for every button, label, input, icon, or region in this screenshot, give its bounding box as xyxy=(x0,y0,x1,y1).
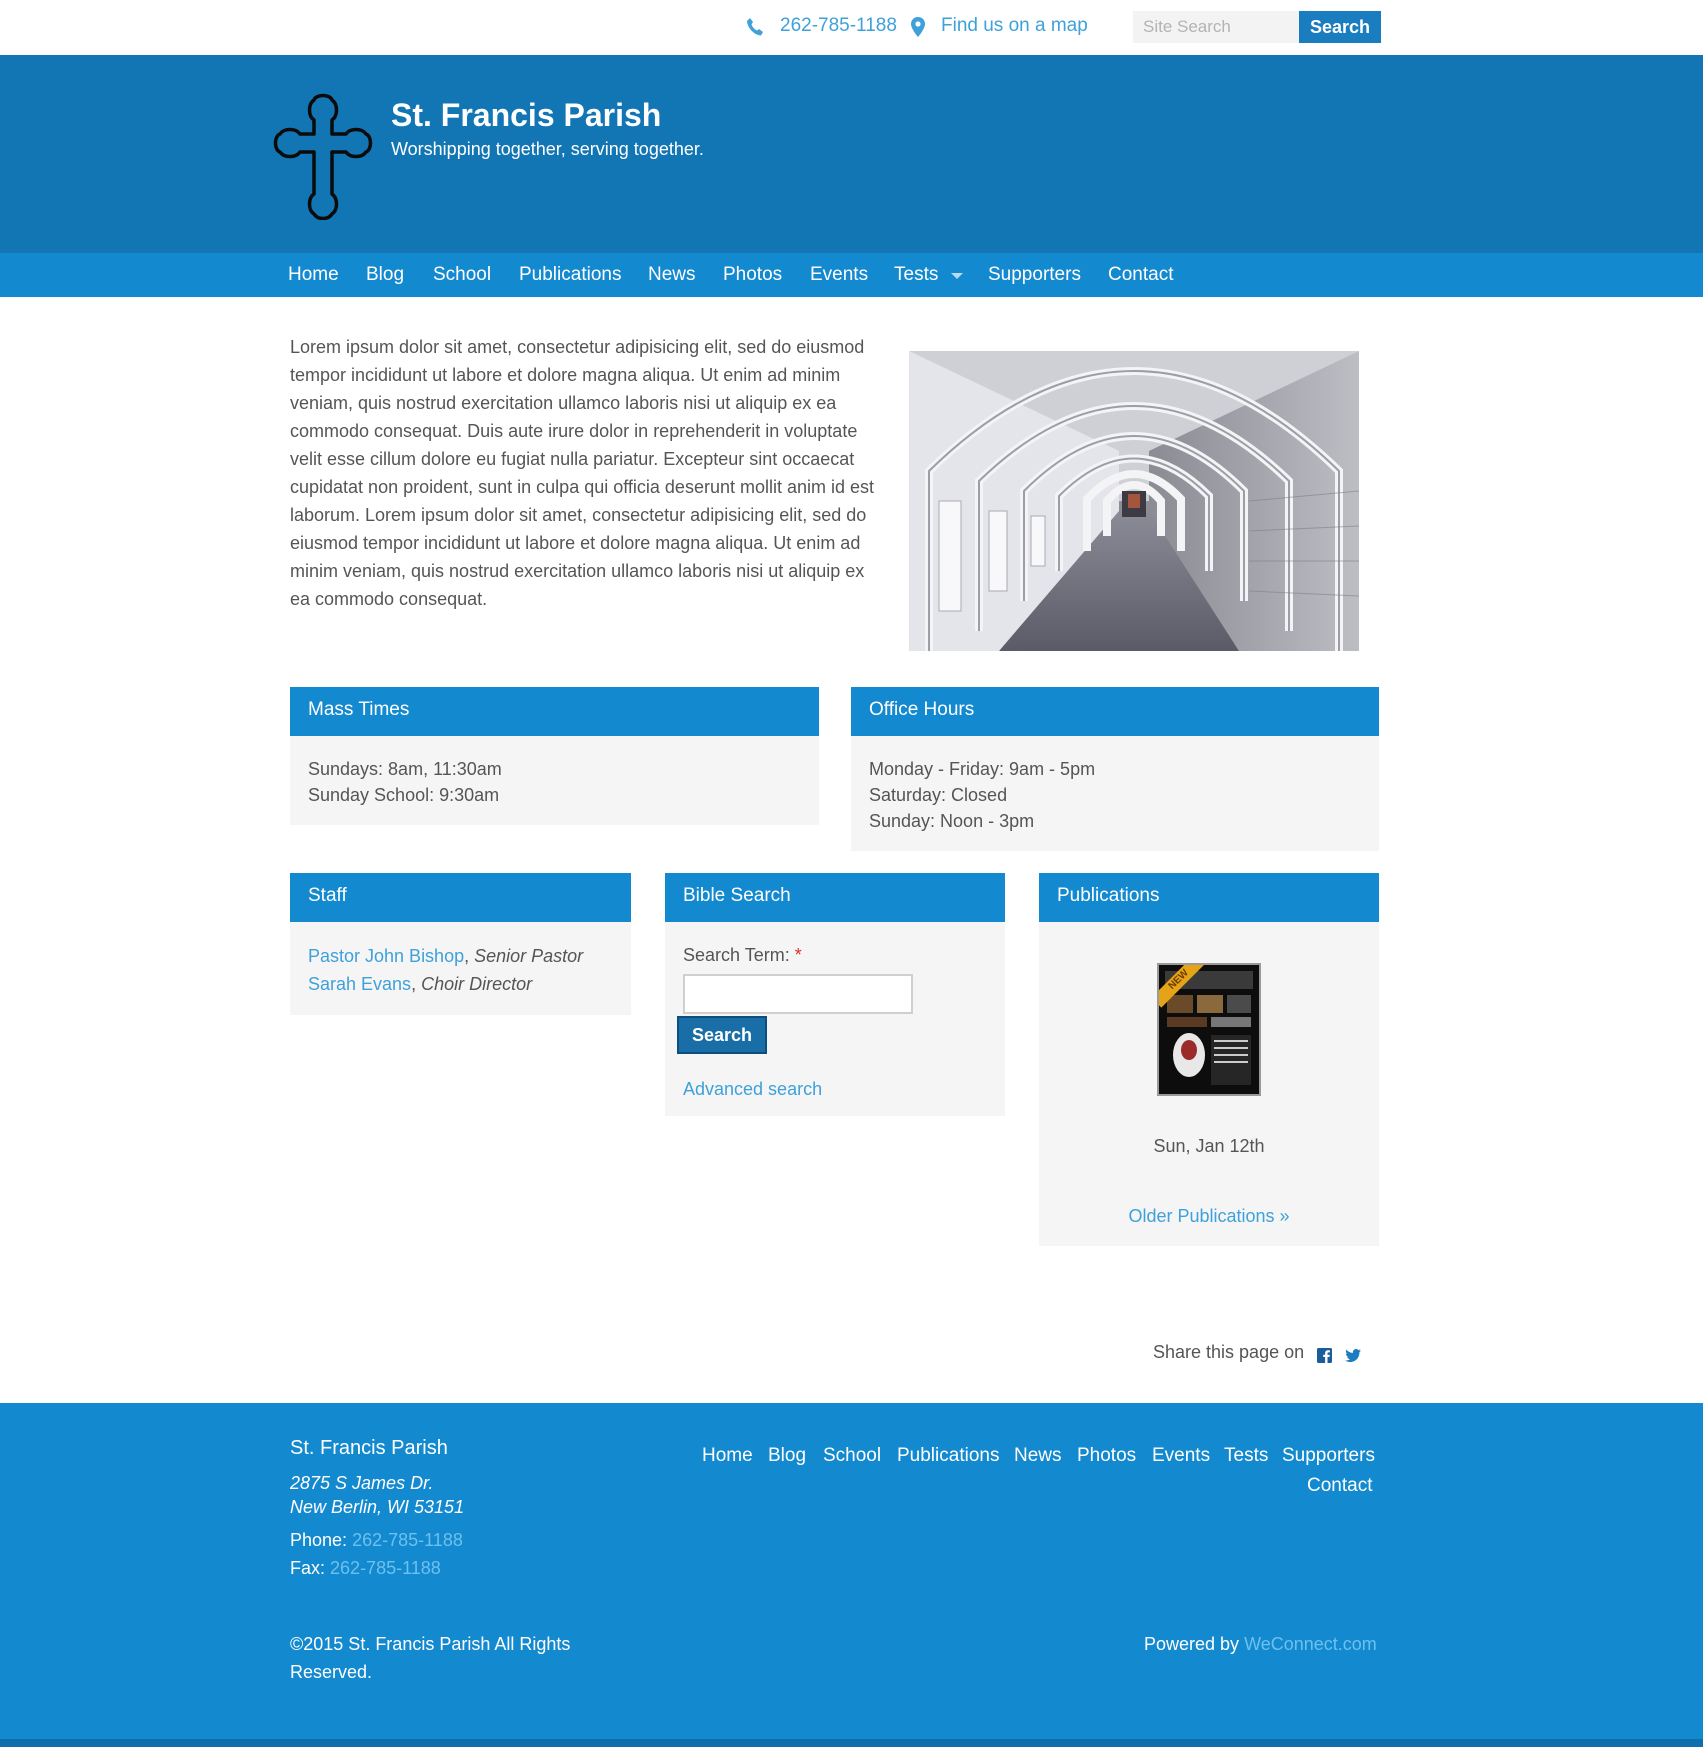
publication-thumbnail[interactable]: NEW xyxy=(1157,963,1261,1096)
cross-icon[interactable] xyxy=(270,90,376,220)
publications-panel: Publications NEW Sun, Jan 12th Older Pub… xyxy=(1039,873,1379,1246)
footer-nav-blog[interactable]: Blog xyxy=(768,1445,806,1467)
footer-nav-home[interactable]: Home xyxy=(702,1445,753,1467)
nav-school[interactable]: School xyxy=(433,264,491,286)
nav-supporters[interactable]: Supporters xyxy=(988,264,1081,286)
phone-icon xyxy=(747,18,763,36)
office-hours-line: Saturday: Closed xyxy=(869,785,1008,805)
nav-tests[interactable]: Tests xyxy=(894,264,938,286)
footer-nav-events[interactable]: Events xyxy=(1152,1445,1210,1467)
staff-role: Senior Pastor xyxy=(474,946,584,966)
footer-bottom-bar xyxy=(0,1739,1703,1747)
required-mark: * xyxy=(794,945,802,965)
footer-address-line: 2875 S James Dr. xyxy=(290,1473,434,1493)
staff-title: Staff xyxy=(290,873,631,922)
office-hours-title: Office Hours xyxy=(851,687,1379,736)
chevron-down-icon[interactable] xyxy=(951,273,963,279)
footer-nav-supporters[interactable]: Supporters xyxy=(1282,1445,1375,1467)
office-hours-line: Sunday: Noon - 3pm xyxy=(869,811,1035,831)
nav-photos[interactable]: Photos xyxy=(723,264,782,286)
staff-name-link[interactable]: Sarah Evans xyxy=(308,974,411,994)
publications-title: Publications xyxy=(1039,873,1379,922)
footer-nav-school[interactable]: School xyxy=(823,1445,881,1467)
staff-member: Sarah Evans, Choir Director xyxy=(308,974,533,994)
staff-role: Choir Director xyxy=(421,974,533,994)
mass-times-line: Sunday School: 9:30am xyxy=(308,785,500,805)
footer-nav-photos[interactable]: Photos xyxy=(1077,1445,1136,1467)
top-phone-link[interactable]: 262-785-1188 xyxy=(780,15,897,37)
nav-contact[interactable]: Contact xyxy=(1108,264,1173,286)
footer-nav-news[interactable]: News xyxy=(1014,1445,1062,1467)
older-publications-link[interactable]: Older Publications » xyxy=(1039,1206,1379,1227)
bible-search-input[interactable] xyxy=(683,974,913,1014)
mass-times-panel: Mass Times Sundays: 8am, 11:30am Sunday … xyxy=(290,687,819,825)
main-nav: Home Blog School Publications News Photo… xyxy=(0,253,1703,297)
site-search-button[interactable]: Search xyxy=(1299,11,1381,43)
nav-news[interactable]: News xyxy=(648,264,696,286)
site-header: St. Francis Parish Worshipping together,… xyxy=(0,55,1703,253)
find-on-map-link[interactable]: Find us on a map xyxy=(941,15,1088,37)
nav-blog[interactable]: Blog xyxy=(366,264,404,286)
nav-home[interactable]: Home xyxy=(288,264,339,286)
bible-search-panel: Bible Search Search Term: * Search Advan… xyxy=(665,873,1005,1116)
footer-nav-tests[interactable]: Tests xyxy=(1224,1445,1268,1467)
site-search-input[interactable] xyxy=(1133,11,1299,43)
staff-member: Pastor John Bishop, Senior Pastor xyxy=(308,946,584,966)
mass-times-title: Mass Times xyxy=(290,687,819,736)
bible-search-title: Bible Search xyxy=(665,873,1005,922)
top-bar: 262-785-1188 Find us on a map Search xyxy=(0,0,1703,55)
nav-publications[interactable]: Publications xyxy=(519,264,621,286)
staff-panel: Staff Pastor John Bishop, Senior Pastor … xyxy=(290,873,631,1015)
cloister-photo xyxy=(909,351,1359,651)
office-hours-line: Monday - Friday: 9am - 5pm xyxy=(869,759,1096,779)
copyright: ©2015 St. Francis Parish All Rights Rese… xyxy=(290,1634,571,1682)
footer-nav-contact[interactable]: Contact xyxy=(1307,1475,1372,1497)
share-label: Share this page on xyxy=(1153,1342,1305,1362)
footer-fax: Fax: 262-785-1188 xyxy=(290,1558,441,1578)
footer-address-line: New Berlin, WI 53151 xyxy=(290,1497,465,1517)
advanced-search-link[interactable]: Advanced search xyxy=(683,1076,987,1102)
twitter-icon[interactable] xyxy=(1345,1349,1361,1363)
facebook-icon[interactable] xyxy=(1317,1348,1332,1363)
site-slogan: Worshipping together, serving together. xyxy=(391,139,704,159)
publication-date: Sun, Jan 12th xyxy=(1153,1136,1265,1156)
map-pin-icon xyxy=(911,17,925,37)
mass-times-line: Sundays: 8am, 11:30am xyxy=(308,759,502,779)
footer-phone: Phone: 262-785-1188 xyxy=(290,1530,463,1550)
search-term-label: Search Term: * xyxy=(683,945,802,965)
staff-name-link[interactable]: Pastor John Bishop xyxy=(308,946,464,966)
footer-nav-publications[interactable]: Publications xyxy=(897,1445,999,1467)
site-title[interactable]: St. Francis Parish xyxy=(391,97,661,134)
bible-search-button[interactable]: Search xyxy=(677,1016,767,1054)
footer-fax-link[interactable]: 262-785-1188 xyxy=(330,1558,441,1578)
powered-by: Powered by WeConnect.com xyxy=(1144,1634,1377,1654)
weconnect-link[interactable]: WeConnect.com xyxy=(1244,1634,1377,1654)
intro-paragraph: Lorem ipsum dolor sit amet, consectetur … xyxy=(290,337,875,609)
nav-events[interactable]: Events xyxy=(810,264,868,286)
footer-phone-link[interactable]: 262-785-1188 xyxy=(352,1530,463,1550)
office-hours-panel: Office Hours Monday - Friday: 9am - 5pm … xyxy=(851,687,1379,851)
site-footer: St. Francis Parish 2875 S James Dr. New … xyxy=(0,1403,1703,1747)
footer-parish-name: St. Francis Parish xyxy=(290,1437,448,1459)
